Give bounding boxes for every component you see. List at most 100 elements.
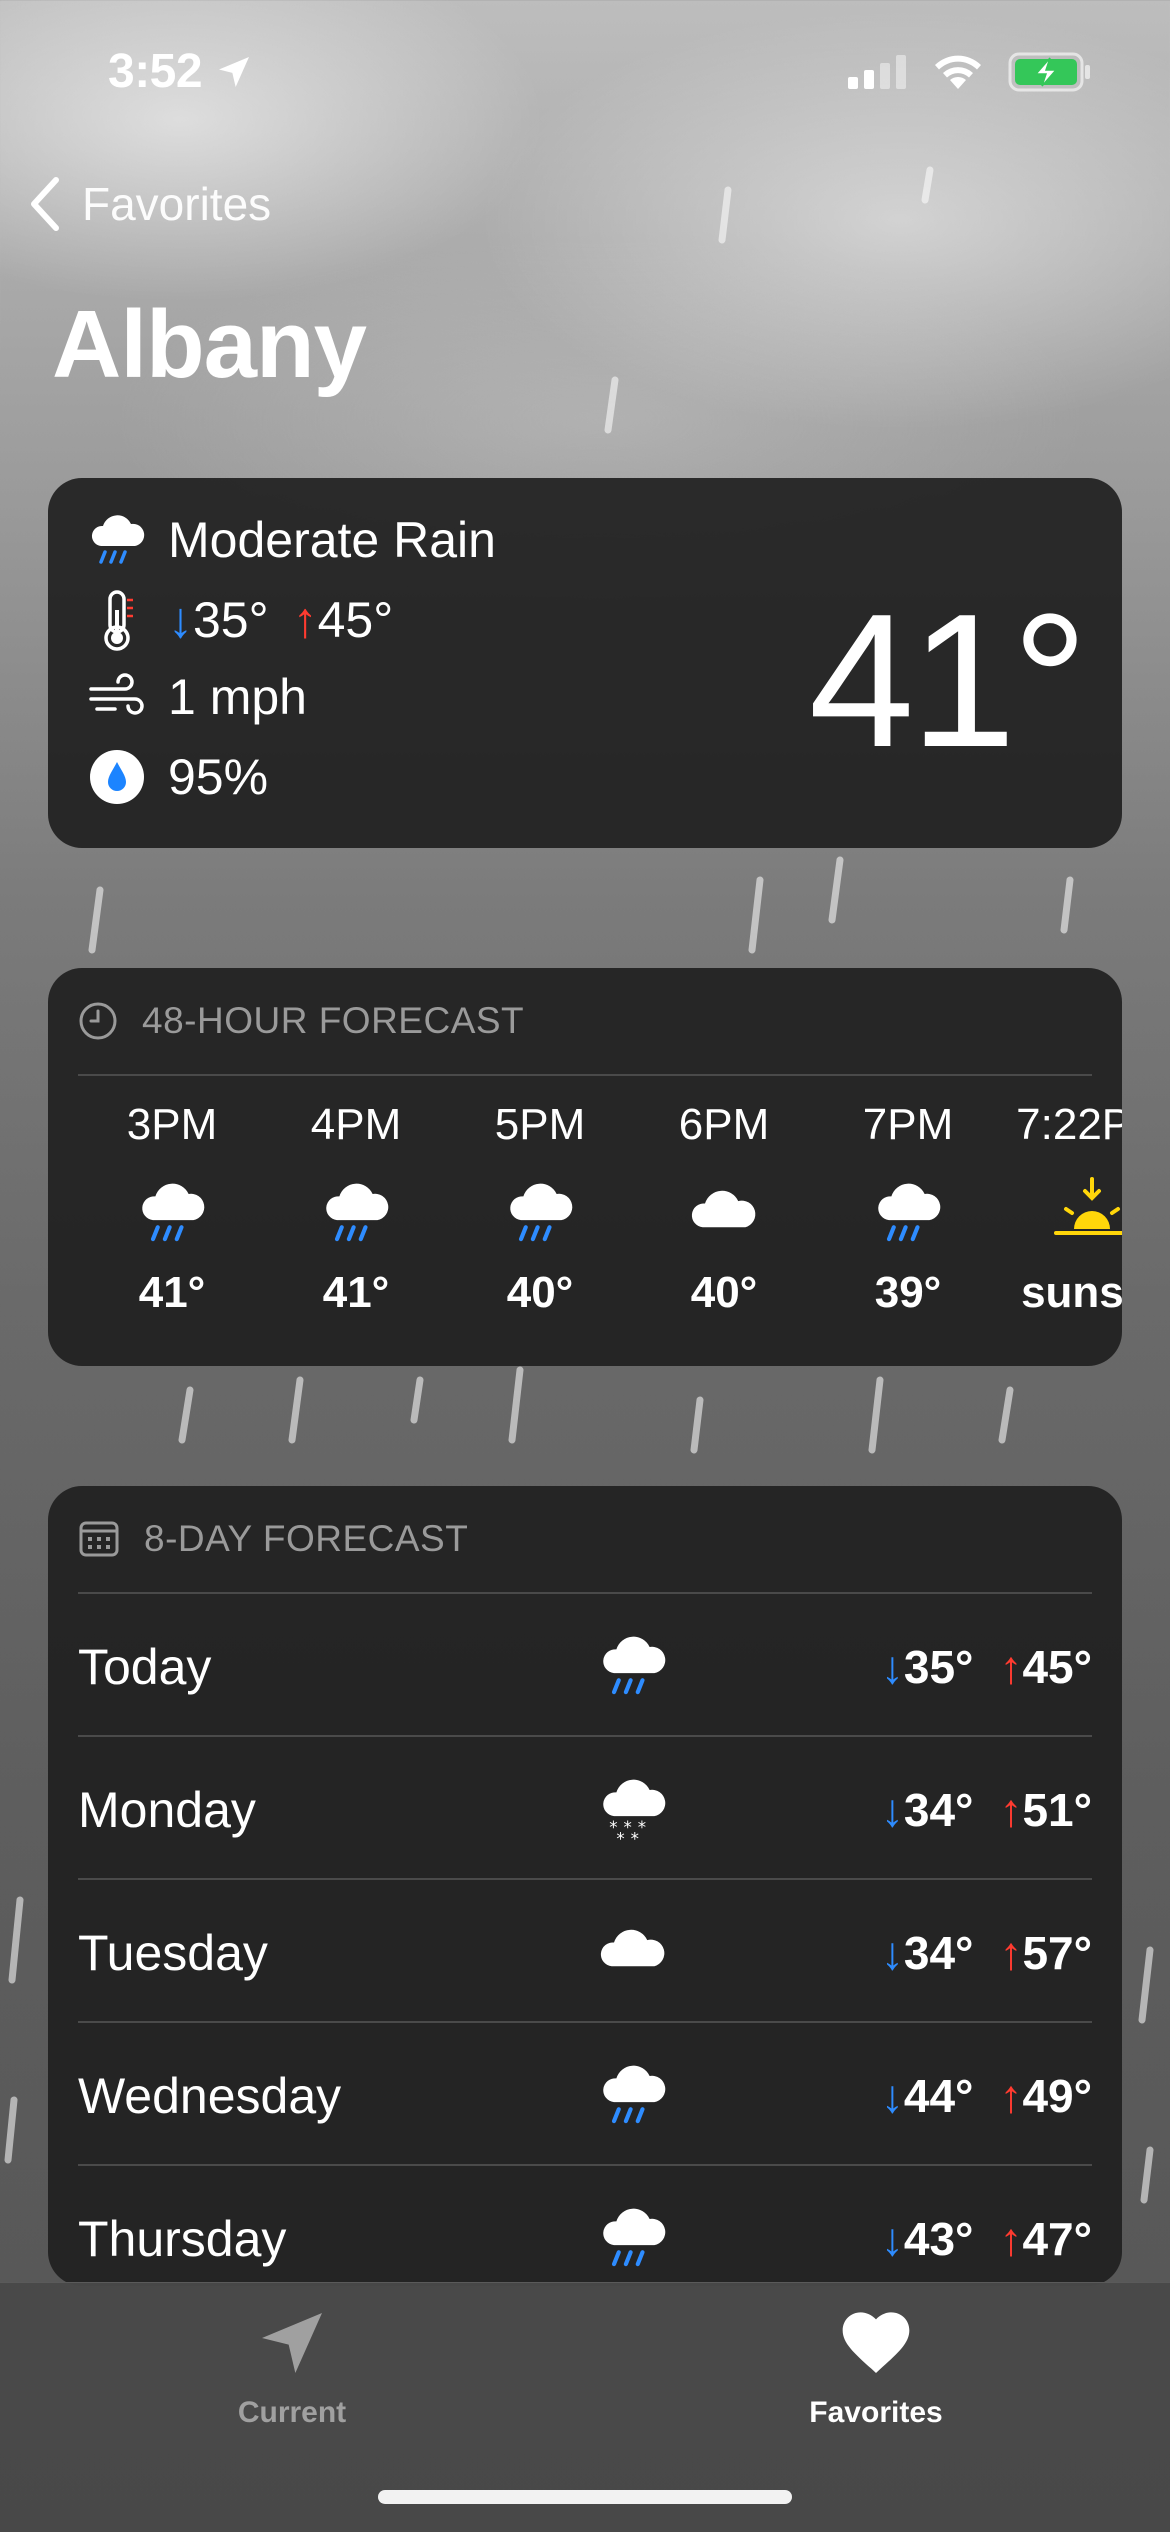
hourly-header: 48-HOUR FORECAST [78,968,1092,1076]
humidity-row: 95% [82,748,268,806]
status-bar: 3:52 [0,0,1170,150]
day-low: 43° [903,2213,974,2265]
day-temps: ↓44° ↑49° [881,2069,1092,2123]
hourly-header-label: 48-HOUR FORECAST [142,1000,525,1041]
page-title: Albany [52,291,367,398]
tab-current[interactable]: Current [162,2303,422,2430]
daily-header: 8-DAY FORECAST [78,1486,1092,1594]
rain-cloud-icon [578,1624,688,1708]
hour-temp: 40° [690,1268,758,1317]
day-row-monday[interactable]: Monday * * * * * ↓34° ↑51° [78,1737,1092,1880]
hour-time: 3PM [126,1100,218,1149]
day-row-today[interactable]: Today ↓35° ↑45° [78,1594,1092,1737]
hour-temp: 39° [874,1268,942,1317]
daily-forecast-card: 8-DAY FORECAST Today ↓35° ↑45° Monday * *… [48,1486,1122,2286]
day-high: 51° [1022,1784,1092,1836]
day-temps: ↓35° ↑45° [881,1640,1092,1694]
rain-cloud-icon [448,1158,632,1268]
high-arrow-icon: ↑ [999,2070,1023,2122]
status-time: 3:52 [108,44,254,99]
condition-label: Moderate Rain [168,512,496,568]
current-low: 35° [193,592,269,648]
svg-text:*: * [638,1818,646,1837]
day-high: 45° [1022,1641,1092,1693]
low-arrow-icon: ↓ [168,592,193,648]
current-conditions-card: Moderate Rain ↓ 35° ↑ 45° 1 mph 95% 41° [48,478,1122,848]
sunset-icon [1000,1158,1122,1268]
snow-cloud-icon: * * * * * [578,1767,688,1851]
clock-icon [78,1001,118,1041]
high-arrow-icon: ↑ [999,1641,1023,1693]
hour-time: 5PM [494,1100,586,1149]
condition-row: Moderate Rain [82,508,496,572]
cellular-signal-icon [848,55,906,89]
high-arrow-icon: ↑ [999,1927,1023,1979]
hour-time: 7PM [862,1100,954,1149]
day-high: 57° [1022,1927,1092,1979]
hourly-scroller[interactable]: 3PM 41° 4PM 41° 5PM 40° 6PM 40° 7PM 39° … [48,1100,1122,1350]
day-temps: ↓34° ↑57° [881,1926,1092,1980]
rain-cloud-icon [80,1158,264,1268]
rain-cloud-icon [816,1158,1000,1268]
battery-charging-icon [1008,52,1090,92]
temperature-range-row: ↓ 35° ↑ 45° [82,588,393,652]
cloud-icon [632,1158,816,1268]
hour-item: 5PM 40° [448,1100,632,1318]
hour-time: 6PM [678,1100,770,1149]
hour-item: 7PM 39° [816,1100,1000,1318]
tab-favorites[interactable]: Favorites [746,2303,1006,2430]
day-row-tuesday[interactable]: Tuesday ↓34° ↑57° [78,1880,1092,2023]
day-name: Today [78,1639,212,1695]
tab-favorites-label: Favorites [809,2396,943,2429]
current-temperature: 41° [808,575,1088,787]
hourly-forecast-card[interactable]: 48-HOUR FORECAST 3PM 41° 4PM 41° 5PM 40°… [48,968,1122,1366]
low-arrow-icon: ↓ [880,2213,904,2265]
hour-item: 7:22PM sunset [1000,1100,1122,1318]
rain-cloud-icon [82,508,152,572]
wifi-icon [935,55,981,89]
location-arrow-icon [262,2313,322,2373]
hour-temp: sunset [1021,1268,1122,1317]
hour-item: 6PM 40° [632,1100,816,1318]
day-high: 49° [1022,2070,1092,2122]
wind-icon [82,673,152,721]
day-temps: ↓34° ↑51° [881,1783,1092,1837]
low-arrow-icon: ↓ [880,1927,904,1979]
thermometer-icon [82,588,152,652]
day-row-thursday[interactable]: Thursday ↓43° ↑47° [78,2166,1092,2286]
chevron-left-icon [31,177,59,231]
hour-item: 4PM 41° [264,1100,448,1318]
day-temps: ↓43° ↑47° [881,2212,1092,2266]
wind-row: 1 mph [82,668,307,726]
day-low: 34° [903,1927,974,1979]
calendar-icon [78,1519,120,1559]
daily-header-label: 8-DAY FORECAST [144,1518,469,1559]
humidity-drop-icon [82,749,152,805]
clock-label: 3:52 [108,45,203,98]
high-arrow-icon: ↑ [999,2213,1023,2265]
humidity-value: 95% [168,749,269,805]
day-row-wednesday[interactable]: Wednesday ↓44° ↑49° [78,2023,1092,2166]
hour-temp: 40° [506,1268,574,1317]
day-name: Monday [78,1782,256,1838]
home-indicator[interactable] [378,2490,792,2504]
rain-cloud-icon [578,2053,688,2137]
day-name: Wednesday [78,2068,342,2124]
hour-time: 7:22PM [1016,1100,1122,1149]
svg-text:*: * [616,1830,624,1847]
tab-current-label: Current [237,2396,347,2429]
back-button[interactable]: Favorites [28,176,271,232]
rain-cloud-icon [578,2196,688,2280]
high-arrow-icon: ↑ [999,1784,1023,1836]
day-name: Tuesday [78,1925,268,1981]
status-icons [848,52,1092,92]
heart-icon [842,2312,910,2373]
location-services-icon [219,56,250,87]
hour-time: 4PM [310,1100,402,1149]
hour-temp: 41° [138,1268,206,1317]
rain-cloud-icon [264,1158,448,1268]
low-arrow-icon: ↓ [880,2070,904,2122]
cloud-icon [578,1910,688,1994]
day-name: Thursday [78,2211,287,2267]
svg-text:*: * [631,1830,639,1847]
